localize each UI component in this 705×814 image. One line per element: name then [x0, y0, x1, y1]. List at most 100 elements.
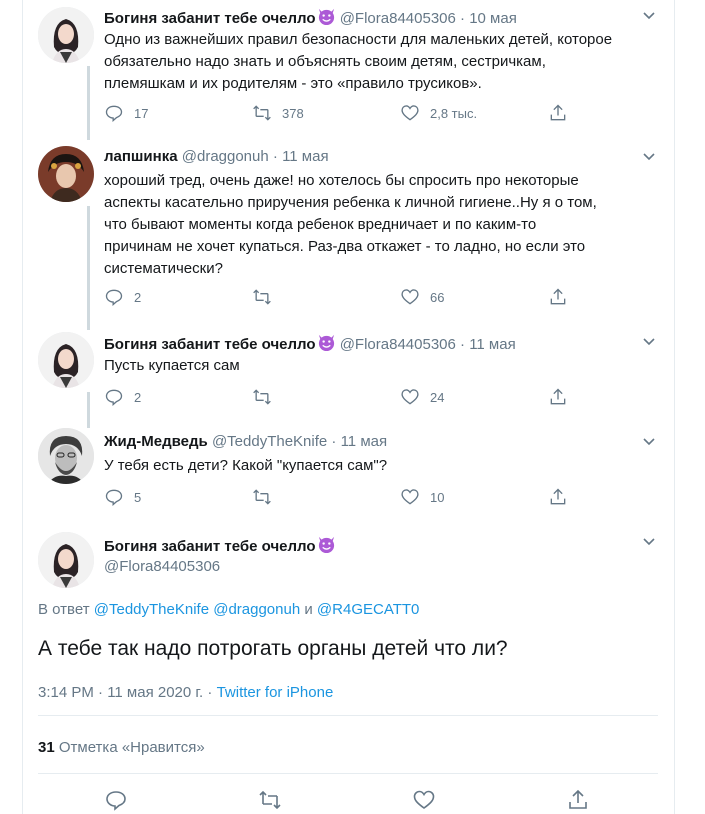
reply-button[interactable]: 2: [104, 386, 141, 408]
share-button[interactable]: [548, 102, 568, 124]
tweet-actions: 2 24: [104, 386, 574, 408]
chevron-down-icon[interactable]: [642, 335, 656, 349]
like-count: 2,8 тыс.: [430, 105, 478, 121]
retweet-icon: [253, 289, 271, 305]
mention-link[interactable]: @R4GECATT0: [317, 601, 419, 618]
tweet-timestamp[interactable]: 3:14 PM · 11 мая 2020 г.: [38, 684, 203, 701]
tweet[interactable]: Жид-Медведь @TeddyTheKnife · 11 мая У те…: [22, 426, 674, 526]
retweet-button[interactable]: [252, 386, 282, 408]
reply-count: 17: [134, 105, 149, 121]
tweet[interactable]: лапшинка @draggonuh · 11 мая хороший тре…: [22, 140, 674, 330]
reply-icon[interactable]: [104, 788, 128, 812]
retweet-button[interactable]: 378: [252, 102, 304, 124]
retweet-icon: [253, 489, 271, 505]
avatar[interactable]: [38, 332, 94, 388]
chevron-down-icon[interactable]: [642, 150, 656, 164]
heart-icon: [401, 105, 419, 121]
retweet-icon: [253, 105, 271, 121]
share-icon[interactable]: [566, 788, 590, 812]
retweet-icon: [253, 389, 271, 405]
smiling-devil-emoji-icon: [318, 536, 334, 554]
share-icon: [550, 488, 566, 505]
heart-icon: [401, 289, 419, 305]
reply-prefix: В ответ: [38, 601, 90, 618]
reply-count: 2: [134, 389, 142, 405]
tweet-date[interactable]: 11 мая: [282, 148, 329, 165]
chevron-down-icon[interactable]: [642, 435, 656, 449]
tweet-actions: 17 378 2,8 тыс.: [104, 102, 574, 124]
retweet-button[interactable]: [252, 486, 282, 508]
tweet-date[interactable]: 10 мая: [469, 10, 517, 27]
chevron-down-icon[interactable]: [642, 9, 656, 23]
tweet-text: Пусть купается сам: [104, 355, 664, 377]
share-icon: [550, 104, 566, 121]
reply-button[interactable]: 2: [104, 286, 141, 308]
like-button[interactable]: 66: [400, 286, 444, 308]
retweet-icon[interactable]: [258, 788, 282, 812]
likes-label: Отметка «Нравится»: [58, 739, 205, 756]
avatar[interactable]: [38, 532, 94, 588]
tweet[interactable]: Богиня забанит тебе очелло @Flora8440530…: [22, 0, 674, 140]
tweet-text-line: У тебя есть дети? Какой "купается сам"?: [104, 457, 388, 474]
tweet-source-link[interactable]: Twitter for iPhone: [217, 684, 334, 701]
chevron-down-icon[interactable]: [642, 535, 656, 549]
tweet-text-line: обязательно надо знать и объяснять своим…: [104, 53, 546, 70]
focused-tweet-text: А тебе так надо потрогать органы детей ч…: [38, 637, 508, 660]
author-name[interactable]: Богиня забанит тебе очелло: [104, 336, 316, 353]
likes-count: 31: [38, 739, 55, 756]
mention-link[interactable]: @draggonuh: [213, 601, 300, 618]
author-name[interactable]: Богиня забанит тебе очелло: [104, 538, 316, 555]
tweet-text: У тебя есть дети? Какой "купается сам"?: [104, 455, 664, 477]
divider: [38, 773, 658, 774]
reply-button[interactable]: 17: [104, 102, 148, 124]
like-button[interactable]: 24: [400, 386, 444, 408]
reply-button[interactable]: 5: [104, 486, 141, 508]
like-button[interactable]: 10: [400, 486, 444, 508]
heart-icon: [401, 489, 419, 505]
tweet-text-line: аспекты касательно приручения ребенка к …: [104, 194, 597, 211]
share-button[interactable]: [548, 486, 568, 508]
focused-tweet: Богиня забанит тебе очелло @Flora8440530…: [22, 526, 674, 814]
tweet-text-line: хороший тред, очень даже! но хотелось бы…: [104, 172, 579, 189]
thread-connector: [87, 66, 90, 140]
likes-stat[interactable]: 31 Отметка «Нравится»: [38, 739, 205, 756]
tweet-date[interactable]: 11 мая: [341, 433, 388, 450]
avatar[interactable]: [38, 7, 94, 63]
tweet-date[interactable]: 11 мая: [469, 336, 516, 353]
tweet-text-line: систематически?: [104, 260, 223, 277]
reply-context: В ответ @TeddyTheKnife @draggonuh и @R4G…: [38, 601, 419, 618]
heart-icon: [401, 389, 419, 405]
like-button[interactable]: 2,8 тыс.: [400, 102, 477, 124]
thread-connector: [87, 206, 90, 330]
thread-connector: [87, 392, 90, 428]
author-name[interactable]: Богиня забанит тебе очелло: [104, 10, 316, 27]
avatar[interactable]: [38, 146, 94, 202]
divider: [38, 715, 658, 716]
retweet-button[interactable]: [252, 286, 282, 308]
share-button[interactable]: [548, 386, 568, 408]
tweet-header: лапшинка @draggonuh · 11 мая: [104, 148, 329, 165]
author-handle[interactable]: @Flora84405306: [104, 558, 220, 575]
reply-icon: [105, 289, 123, 306]
avatar[interactable]: [38, 428, 94, 484]
separator-dot: ·: [272, 148, 278, 165]
share-icon: [550, 288, 566, 305]
author-handle[interactable]: @draggonuh: [182, 148, 269, 165]
mention-link[interactable]: @TeddyTheKnife: [94, 601, 209, 618]
author-name[interactable]: Жид-Медведь: [104, 433, 208, 450]
tweet-actions: 2 66: [104, 286, 574, 308]
tweet[interactable]: Богиня забанит тебе очелло @Flora8440530…: [22, 328, 674, 428]
author-handle[interactable]: @Flora84405306: [340, 10, 456, 27]
smiling-devil-emoji-icon: [318, 334, 334, 352]
reply-and: и: [304, 601, 313, 618]
like-count: 24: [430, 389, 445, 405]
author-handle[interactable]: @TeddyTheKnife: [212, 433, 327, 450]
heart-icon[interactable]: [412, 788, 436, 812]
separator-dot: ·: [207, 684, 213, 701]
author-name[interactable]: лапшинка: [104, 148, 178, 165]
tweet-header: Богиня забанит тебе очелло @Flora8440530…: [104, 7, 517, 27]
author-handle[interactable]: @Flora84405306: [340, 336, 456, 353]
tweet-text-line: что бывают моменты когда ребенок вреднич…: [104, 216, 537, 233]
tweet-text-line: Пусть купается сам: [104, 357, 240, 374]
share-button[interactable]: [548, 286, 568, 308]
